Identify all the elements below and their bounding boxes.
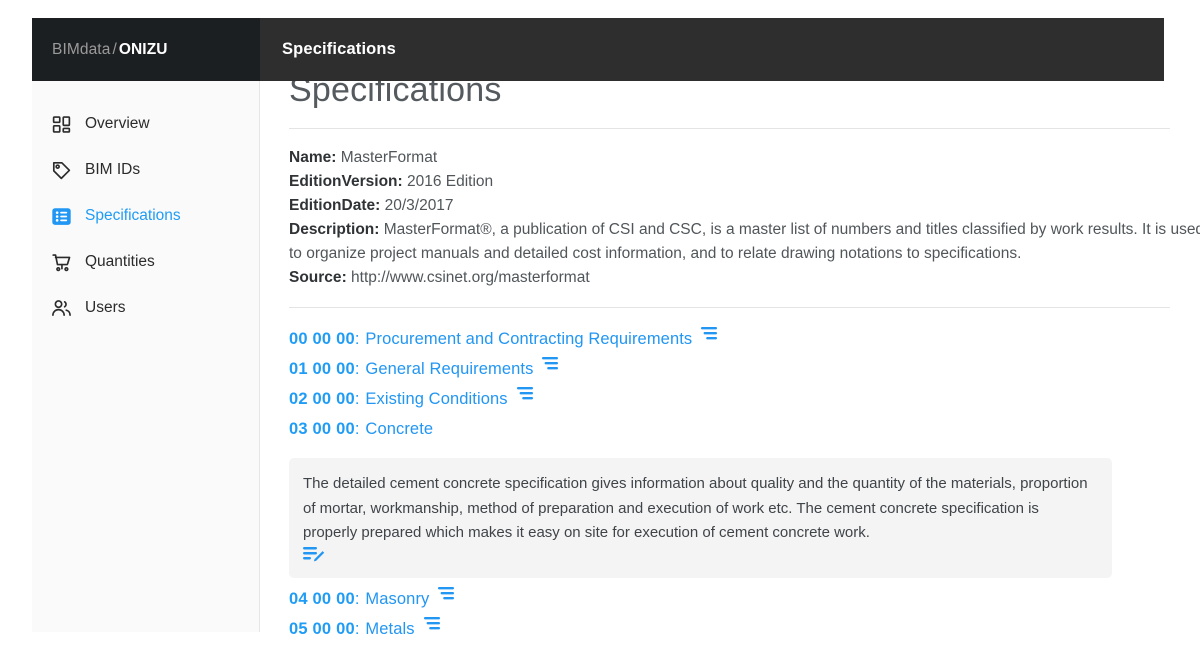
divider-top [289,128,1170,129]
sidebar-item-bim-ids[interactable]: BIM IDs [32,147,259,193]
specification-row[interactable]: 05 00 00: Metals [289,616,1189,650]
grid-icon [50,113,72,135]
top-bar-main: Specifications [260,18,1164,81]
brand-block[interactable]: BIMdata / ONIZU [32,18,260,81]
meta-key: EditionDate [289,197,376,214]
main-content: Specifications Name: MasterFormat Editio… [260,0,1200,650]
sidebar-item-label: BIM IDs [85,161,141,179]
specification-code: 03 00 00 [289,420,355,438]
meta-key: EditionVersion [289,173,398,190]
sidebar-item-label: Overview [85,115,150,133]
specification-row[interactable]: 03 00 00: Concrete [289,420,1189,450]
divider-bottom [289,307,1170,308]
specification-name: Masonry [365,589,430,608]
specification-code: 00 00 00 [289,330,355,348]
meta-key: Description [289,221,375,238]
specification-code: 01 00 00 [289,360,355,378]
specification-name: Procurement and Contracting Requirements [365,330,693,348]
meta-row-edition-date: EditionDate: 20/3/2017 [289,197,454,214]
specification-code: 05 00 00 [289,619,355,638]
top-bar: BIMdata / ONIZU Specifications [32,18,1164,81]
specification-row[interactable]: 02 00 00: Existing Conditions [289,387,1189,420]
sidebar-item-specifications[interactable]: Specifications [32,193,259,239]
specification-row[interactable]: 01 00 00: General Requirements [289,357,1189,390]
brand-organization: BIMdata [52,40,111,58]
brand-project: ONIZU [118,40,168,58]
meta-row-edition-version: EditionVersion: 2016 Edition [289,173,494,190]
specification-code: 04 00 00 [289,589,355,608]
note-lines-icon[interactable] [516,386,533,400]
sidebar-item-users[interactable]: Users [32,285,259,331]
sidebar-item-label: Specifications [85,207,181,225]
brand-separator: / [112,40,117,58]
list-box-icon [50,205,72,227]
meta-row-description: Description: MasterFormat®, a publicatio… [289,218,1200,266]
sidebar: Overview BIM IDs Specifications Quantiti… [32,81,260,632]
meta-key: Source [289,269,342,286]
specification-list: 00 00 00: Procurement and Contracting Req… [289,327,1189,650]
note-lines-icon[interactable] [438,586,455,600]
meta-value: MasterFormat [340,149,438,166]
meta-value: http://www.csinet.org/masterformat [351,269,590,286]
sidebar-item-label: Quantities [85,253,155,271]
meta-value: 2016 Edition [406,173,494,190]
sidebar-item-label: Users [85,299,126,317]
specification-name: General Requirements [365,360,534,378]
specification-metadata: Name: MasterFormat EditionVersion: 2016 … [289,146,1200,290]
specification-description-text: The detailed cement concrete specificati… [303,475,1088,541]
app-root: BIMdata/ONIZU Specifications Overview [0,0,1200,650]
meta-value: 20/3/2017 [384,197,454,214]
sidebar-item-quantities[interactable]: Quantities [32,239,259,285]
edit-text-icon[interactable] [303,546,1092,566]
cart-icon [50,251,72,273]
specification-row[interactable]: 00 00 00: Procurement and Contracting Req… [289,327,1189,360]
meta-row-source: Source: http://www.csinet.org/masterform… [289,269,590,286]
sidebar-item-overview[interactable]: Overview [32,101,259,147]
specification-name: Existing Conditions [365,390,508,408]
note-lines-icon[interactable] [423,616,440,630]
tag-icon [50,159,72,181]
meta-key: Name [289,149,332,166]
meta-row-name: Name: MasterFormat [289,149,438,166]
top-bar-title: Specifications [282,40,396,58]
note-lines-icon[interactable] [701,326,718,340]
brand-text: BIMdata / ONIZU [52,41,168,59]
meta-value: MasterFormat®, a publication of CSI and … [289,221,1200,262]
specification-description-panel: The detailed cement concrete specificati… [289,458,1112,578]
users-icon [50,297,72,319]
specification-name: Concrete [365,420,434,438]
note-lines-icon[interactable] [542,356,559,370]
specification-code: 02 00 00 [289,390,355,408]
specification-name: Metals [365,619,415,638]
